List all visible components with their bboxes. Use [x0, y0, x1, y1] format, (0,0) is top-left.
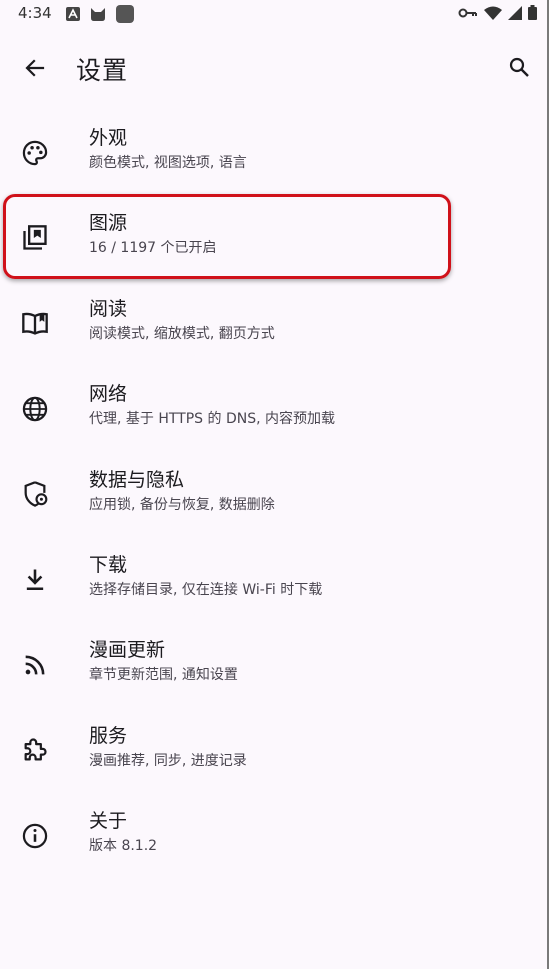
settings-item-services[interactable]: 服务 漫画推荐, 同步, 进度记录 [0, 708, 549, 793]
rss-icon [21, 651, 49, 679]
signal-icon [508, 5, 522, 20]
status-right-icons [458, 5, 537, 20]
globe-icon [21, 395, 49, 423]
item-title: 关于 [89, 810, 128, 833]
item-subtitle: 漫画推荐, 同步, 进度记录 [89, 752, 247, 769]
item-subtitle: 代理, 基于 HTTPS 的 DNS, 内容预加载 [89, 411, 336, 428]
key-icon [458, 6, 478, 20]
item-title: 网络 [89, 383, 128, 406]
battery-icon [528, 5, 537, 20]
font-a-icon [66, 7, 80, 21]
item-title: 图源 [89, 212, 128, 235]
status-bar: 4:34 [0, 0, 549, 28]
wifi-icon [484, 6, 502, 20]
settings-item-manga-updates[interactable]: 漫画更新 章节更新范围, 通知设置 [0, 622, 549, 707]
settings-item-data-privacy[interactable]: 数据与隐私 应用锁, 备份与恢复, 数据删除 [0, 452, 549, 537]
item-title: 漫画更新 [89, 639, 166, 662]
settings-item-sources[interactable]: 图源 16 / 1197 个已开启 [0, 195, 549, 280]
shield-lock-icon [21, 480, 49, 508]
settings-item-about[interactable]: 关于 版本 8.1.2 [0, 793, 549, 878]
item-title: 服务 [89, 724, 128, 747]
download-icon [21, 566, 49, 594]
app-bar: 设置 [0, 36, 549, 100]
arrow-back-icon [23, 56, 47, 84]
item-subtitle: 16 / 1197 个已开启 [89, 240, 217, 257]
cat-icon [90, 7, 106, 22]
item-subtitle: 选择存储目录, 仅在连接 Wi-Fi 时下载 [89, 581, 323, 598]
item-title: 外观 [89, 127, 128, 149]
item-title: 数据与隐私 [89, 468, 185, 491]
book-open-icon [21, 309, 49, 337]
page-title: 设置 [76, 56, 129, 85]
settings-item-appearance[interactable]: 外观 颜色模式, 视图选项, 语言 [0, 110, 549, 195]
palette-icon [21, 139, 49, 167]
item-subtitle: 颜色模式, 视图选项, 语言 [89, 155, 247, 171]
item-title: 下载 [89, 553, 128, 576]
status-time: 4:34 [18, 4, 52, 22]
item-subtitle: 章节更新范围, 通知设置 [89, 667, 238, 684]
search-button[interactable] [503, 53, 535, 85]
settings-list: 外观 颜色模式, 视图选项, 语言 图源 16 / 1197 个已开启 阅读 阅… [0, 110, 549, 879]
settings-item-network[interactable]: 网络 代理, 基于 HTTPS 的 DNS, 内容预加载 [0, 366, 549, 451]
item-subtitle: 应用锁, 备份与恢复, 数据删除 [89, 496, 275, 513]
item-title: 阅读 [89, 297, 128, 320]
app-square-icon [116, 5, 134, 23]
item-subtitle: 版本 8.1.2 [89, 838, 158, 855]
search-icon [507, 55, 531, 83]
library-icon [21, 224, 49, 252]
settings-item-downloads[interactable]: 下载 选择存储目录, 仅在连接 Wi-Fi 时下载 [0, 537, 549, 622]
item-subtitle: 阅读模式, 缩放模式, 翻页方式 [89, 325, 275, 342]
extension-icon [21, 736, 49, 764]
info-icon [21, 822, 49, 850]
back-button[interactable] [19, 54, 51, 86]
settings-item-reading[interactable]: 阅读 阅读模式, 缩放模式, 翻页方式 [0, 281, 549, 366]
status-left-icons [66, 5, 134, 23]
